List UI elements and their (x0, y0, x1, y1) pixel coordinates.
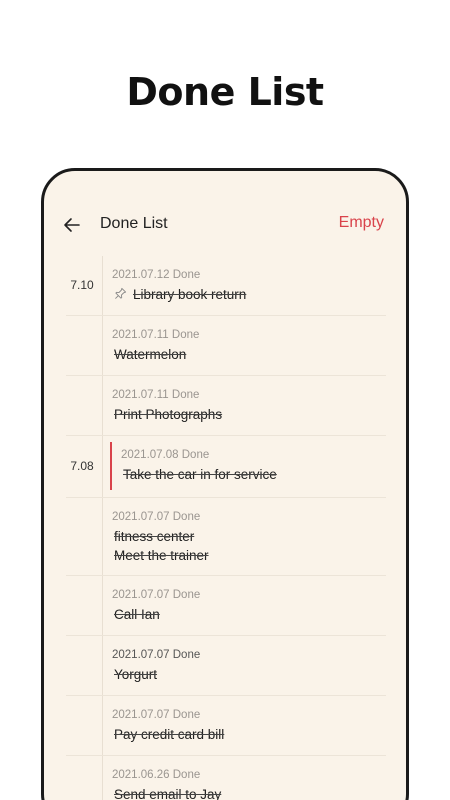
done-list: 7.10 2021.07.12 Done Library book return… (44, 256, 406, 800)
list-item[interactable]: 7.10 2021.07.12 Done Library book return (44, 256, 406, 316)
item-meta: 2021.07.07 Done (112, 649, 201, 661)
back-arrow-icon[interactable] (62, 215, 82, 235)
hero-title: Done List (126, 70, 324, 114)
list-item[interactable]: 2021.07.07 Done Yorgurt (44, 636, 406, 696)
list-item[interactable]: 2021.07.11 Done Print Photographs (44, 376, 406, 436)
phone-frame: Done List Empty 7.10 2021.07.12 Done Lib… (41, 168, 409, 800)
item-title-text: Library book return (133, 287, 247, 302)
pin-icon (115, 287, 127, 299)
item-title: Send email to Jay (114, 787, 222, 800)
item-title: Print Photographs (114, 407, 223, 422)
item-title: Call Ian (114, 607, 160, 622)
empty-button[interactable]: Empty (339, 214, 384, 232)
app-header: Done List Empty (44, 211, 406, 241)
header-title: Done List (100, 215, 168, 232)
list-item[interactable]: 2021.07.11 Done Watermelon (44, 316, 406, 376)
item-meta: 2021.07.07 Done (112, 709, 201, 721)
selected-indicator (110, 442, 112, 490)
item-title: Yorgurt (114, 667, 158, 682)
item-meta: 2021.07.11 Done (112, 329, 200, 341)
item-title: Watermelon (114, 347, 187, 362)
group-date: 7.10 (70, 278, 94, 292)
item-meta: 2021.07.07 Done (112, 589, 201, 601)
list-item[interactable]: 2021.07.07 Done fitness center Meet the … (44, 498, 406, 576)
list-item[interactable]: 7.08 2021.07.08 Done Take the car in for… (44, 436, 406, 498)
item-title: Take the car in for service (123, 467, 277, 482)
item-meta: 2021.06.26 Done (112, 769, 201, 781)
item-title-line2: Meet the trainer (114, 548, 209, 563)
group-date: 7.08 (70, 459, 94, 473)
item-meta: 2021.07.08 Done (121, 449, 210, 461)
list-item[interactable]: 2021.07.07 Done Pay credit card bill (44, 696, 406, 756)
list-item[interactable]: 2021.06.26 Done Send email to Jay (44, 756, 406, 800)
item-meta: 2021.07.07 Done (112, 511, 201, 523)
item-title: Pay credit card bill (114, 727, 225, 742)
item-title: Library book return (114, 287, 246, 302)
item-title: fitness center (114, 529, 195, 544)
list-item[interactable]: 2021.07.07 Done Call Ian (44, 576, 406, 636)
item-meta: 2021.07.12 Done (112, 269, 201, 281)
item-meta: 2021.07.11 Done (112, 389, 200, 401)
